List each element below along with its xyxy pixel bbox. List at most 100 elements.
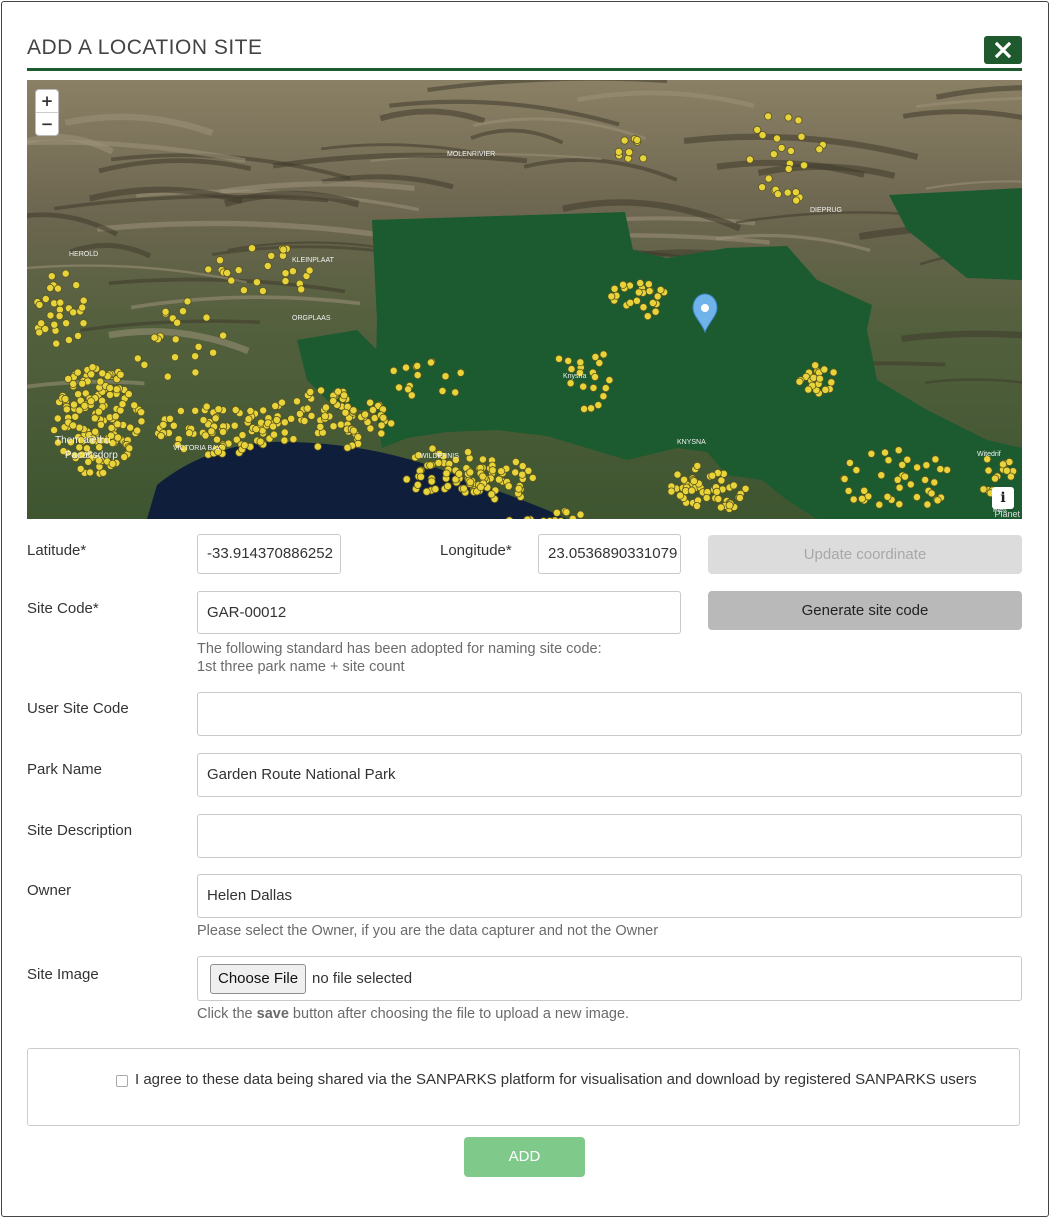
observation-point[interactable]	[191, 352, 200, 361]
observation-point[interactable]	[639, 303, 648, 312]
observation-point[interactable]	[295, 409, 304, 418]
observation-point[interactable]	[827, 378, 836, 387]
zoom-out-button[interactable]: −	[36, 112, 58, 135]
observation-point[interactable]	[413, 371, 422, 380]
observation-point[interactable]	[98, 369, 107, 378]
observation-point[interactable]	[567, 365, 576, 374]
observation-point[interactable]	[794, 116, 803, 125]
observation-point[interactable]	[514, 484, 523, 493]
observation-point[interactable]	[610, 284, 619, 293]
observation-point[interactable]	[893, 475, 902, 484]
observation-point[interactable]	[150, 333, 159, 342]
observation-point[interactable]	[576, 358, 585, 367]
observation-point[interactable]	[426, 358, 435, 367]
observation-point[interactable]	[895, 483, 904, 492]
user-site-code-input[interactable]	[197, 692, 1022, 736]
observation-point[interactable]	[764, 174, 773, 183]
observation-point[interactable]	[133, 426, 142, 435]
observation-point[interactable]	[55, 312, 64, 321]
observation-point[interactable]	[901, 472, 910, 481]
observation-point[interactable]	[784, 113, 793, 122]
observation-point[interactable]	[194, 342, 203, 351]
observation-point[interactable]	[316, 386, 325, 395]
observation-point[interactable]	[552, 508, 561, 517]
observation-point[interactable]	[53, 414, 62, 423]
observation-point[interactable]	[313, 442, 322, 451]
observation-point[interactable]	[844, 486, 853, 495]
observation-point[interactable]	[594, 401, 603, 410]
observation-point[interactable]	[555, 354, 564, 363]
observation-point[interactable]	[883, 492, 892, 501]
observation-point[interactable]	[263, 261, 272, 270]
zoom-in-button[interactable]: +	[36, 90, 58, 112]
observation-point[interactable]	[488, 466, 497, 475]
observation-point[interactable]	[71, 412, 80, 421]
observation-point[interactable]	[607, 292, 616, 301]
observation-point[interactable]	[259, 406, 268, 415]
observation-point[interactable]	[94, 407, 103, 416]
observation-point[interactable]	[735, 493, 744, 502]
observation-point[interactable]	[329, 422, 338, 431]
observation-point[interactable]	[875, 500, 884, 509]
observation-point[interactable]	[648, 298, 657, 307]
observation-point[interactable]	[764, 112, 773, 121]
observation-point[interactable]	[667, 487, 676, 496]
observation-point[interactable]	[504, 482, 513, 491]
observation-point[interactable]	[280, 418, 289, 427]
observation-point[interactable]	[416, 472, 425, 481]
choose-file-button[interactable]: Choose File	[210, 964, 307, 995]
site-map[interactable]: MOLENRIVIER HEROLD KLEINPLAAT ORGPLAAS DIEPR…	[27, 80, 1022, 519]
observation-point[interactable]	[580, 404, 589, 413]
observation-point[interactable]	[320, 412, 329, 421]
observation-point[interactable]	[632, 296, 641, 305]
observation-point[interactable]	[377, 429, 386, 438]
observation-point[interactable]	[921, 475, 930, 484]
observation-point[interactable]	[644, 280, 653, 289]
observation-point[interactable]	[787, 147, 796, 156]
observation-point[interactable]	[125, 444, 134, 453]
observation-point[interactable]	[137, 417, 146, 426]
observation-point[interactable]	[427, 477, 436, 486]
observation-point[interactable]	[401, 363, 410, 372]
observation-point[interactable]	[404, 385, 413, 394]
observation-point[interactable]	[99, 468, 108, 477]
observation-point[interactable]	[340, 391, 349, 400]
observation-point[interactable]	[209, 348, 218, 357]
observation-point[interactable]	[773, 190, 782, 199]
observation-point[interactable]	[463, 448, 472, 457]
observation-point[interactable]	[212, 435, 221, 444]
observation-point[interactable]	[717, 476, 726, 485]
observation-point[interactable]	[106, 390, 115, 399]
observation-point[interactable]	[62, 319, 71, 328]
observation-point[interactable]	[792, 196, 801, 205]
observation-point[interactable]	[289, 435, 298, 444]
observation-point[interactable]	[88, 363, 97, 372]
observation-point[interactable]	[137, 408, 146, 417]
observation-point[interactable]	[402, 475, 411, 484]
observation-point[interactable]	[784, 164, 793, 173]
observation-point[interactable]	[321, 403, 330, 412]
observation-point[interactable]	[37, 319, 46, 328]
observation-point[interactable]	[979, 485, 988, 494]
observation-point[interactable]	[587, 404, 596, 413]
observation-point[interactable]	[231, 405, 240, 414]
observation-point[interactable]	[191, 368, 200, 377]
observation-point[interactable]	[821, 385, 830, 394]
observation-point[interactable]	[341, 408, 350, 417]
observation-point[interactable]	[227, 276, 236, 285]
observation-point[interactable]	[287, 414, 296, 423]
observation-point[interactable]	[35, 328, 44, 337]
observation-point[interactable]	[171, 335, 180, 344]
observation-point[interactable]	[428, 444, 437, 453]
observation-point[interactable]	[943, 465, 952, 474]
observation-point[interactable]	[898, 460, 907, 469]
observation-point[interactable]	[716, 503, 725, 512]
observation-point[interactable]	[41, 294, 50, 303]
observation-point[interactable]	[87, 370, 96, 379]
observation-point[interactable]	[702, 493, 711, 502]
observation-point[interactable]	[214, 405, 223, 414]
observation-point[interactable]	[511, 457, 520, 466]
observation-point[interactable]	[494, 475, 503, 484]
observation-point[interactable]	[74, 331, 83, 340]
observation-point[interactable]	[354, 433, 363, 442]
